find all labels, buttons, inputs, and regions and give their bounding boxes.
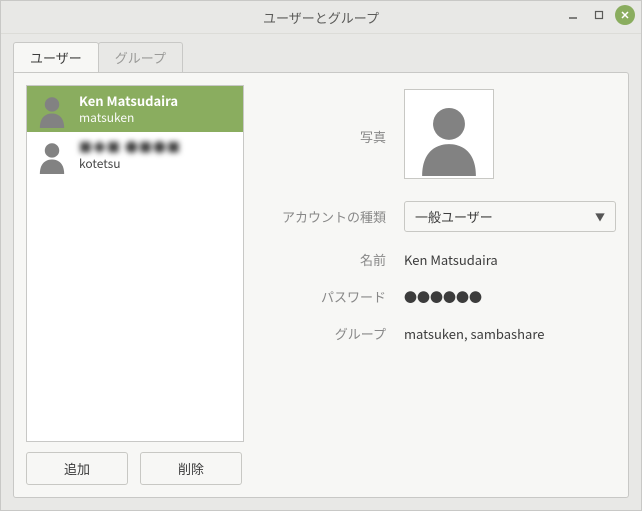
account-type-value: 一般ユーザー (415, 207, 493, 226)
row-groups: グループ matsuken, sambashare (256, 324, 616, 343)
value-groups[interactable]: matsuken, sambashare (404, 324, 616, 343)
row-password: パスワード ●●●●●● (256, 287, 616, 306)
chevron-down-icon: ▼ (595, 209, 605, 224)
user-username: kotetsu (79, 156, 181, 172)
window-title: ユーザーとグループ (1, 8, 641, 27)
label-photo: 写真 (256, 127, 404, 146)
user-row[interactable]: Ken Matsudaira matsuken (27, 86, 243, 132)
window: ユーザーとグループ ユーザー グループ Ken Ma (0, 0, 642, 511)
row-account-type: アカウントの種類 一般ユーザー ▼ (256, 201, 616, 232)
user-info: ■◆■ ●■●■ kotetsu (79, 139, 181, 171)
remove-button[interactable]: 削除 (140, 452, 242, 485)
label-account-type: アカウントの種類 (256, 207, 404, 226)
window-buttons (563, 5, 635, 25)
value-password[interactable]: ●●●●●● (404, 287, 616, 306)
user-fullname: ■◆■ ●■●■ (79, 139, 181, 156)
row-photo: 写真 (256, 89, 616, 183)
label-name: 名前 (256, 250, 404, 269)
panel: Ken Matsudaira matsuken ■◆■ ●■●■ kotetsu… (13, 72, 629, 498)
label-groups: グループ (256, 324, 404, 343)
right-column: 写真 アカウントの種類 一般ユーザー ▼ 名前 (256, 85, 616, 485)
value-name[interactable]: Ken Matsudaira (404, 250, 616, 269)
tab-users[interactable]: ユーザー (13, 42, 99, 72)
label-password: パスワード (256, 287, 404, 306)
user-username: matsuken (79, 110, 178, 126)
left-column: Ken Matsudaira matsuken ■◆■ ●■●■ kotetsu… (26, 85, 244, 485)
button-row: 追加 削除 (26, 452, 244, 485)
user-info: Ken Matsudaira matsuken (79, 93, 178, 125)
titlebar: ユーザーとグループ (1, 1, 641, 34)
minimize-button[interactable] (563, 5, 583, 25)
close-button[interactable] (615, 5, 635, 25)
user-row[interactable]: ■◆■ ●■●■ kotetsu (27, 132, 243, 178)
maximize-button[interactable] (589, 5, 609, 25)
row-name: 名前 Ken Matsudaira (256, 250, 616, 269)
tab-bar: ユーザー グループ (1, 34, 641, 72)
user-list[interactable]: Ken Matsudaira matsuken ■◆■ ●■●■ kotetsu (26, 85, 244, 442)
account-type-select[interactable]: 一般ユーザー ▼ (404, 201, 616, 232)
user-fullname: Ken Matsudaira (79, 93, 178, 110)
avatar-icon (33, 90, 71, 128)
avatar-icon (33, 136, 71, 174)
content: Ken Matsudaira matsuken ■◆■ ●■●■ kotetsu… (13, 72, 629, 498)
add-button[interactable]: 追加 (26, 452, 128, 485)
tab-groups[interactable]: グループ (98, 42, 183, 72)
photo-avatar[interactable] (404, 89, 494, 179)
